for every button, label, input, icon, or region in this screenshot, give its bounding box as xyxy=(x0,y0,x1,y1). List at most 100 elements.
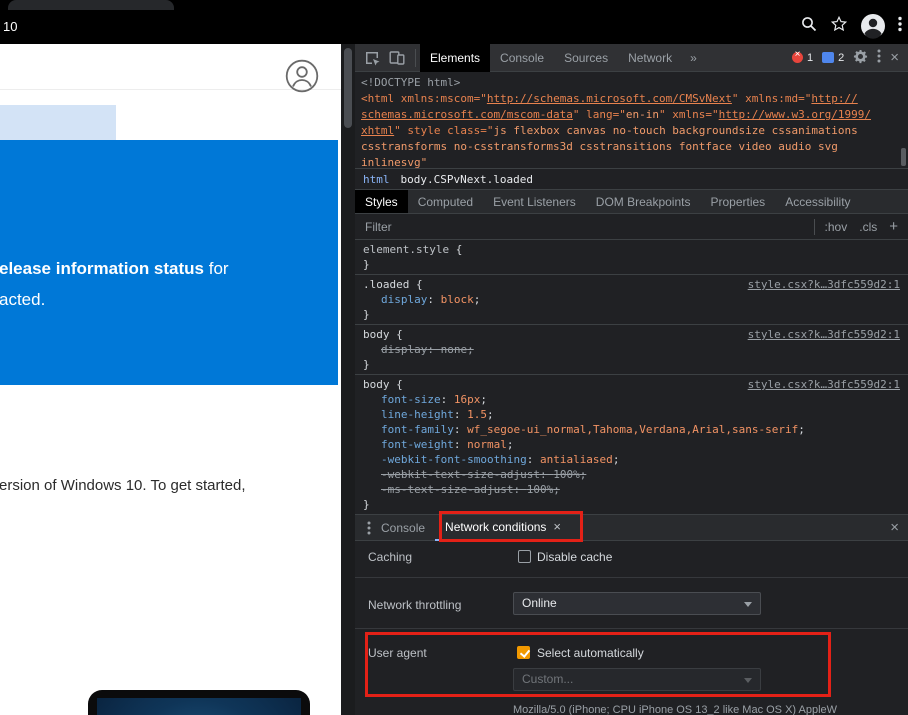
css-selector[interactable]: element.style xyxy=(363,243,449,256)
browser-tab[interactable] xyxy=(8,0,174,10)
custom-user-agent-select[interactable]: Custom... xyxy=(513,668,761,691)
code-line[interactable]: inlinesvg" xyxy=(361,155,908,168)
screenshot-root: 10 elease information status for acted. … xyxy=(0,0,908,715)
css-selector[interactable]: body xyxy=(363,378,390,391)
more-tabs-icon[interactable]: » xyxy=(682,44,705,72)
drawer-tab-console[interactable]: Console xyxy=(371,515,435,541)
user-agent-string: Mozilla/5.0 (iPhone; CPU iPhone OS 13_2 … xyxy=(513,704,838,715)
code-line[interactable]: schemas.microsoft.com/mscom-data" lang="… xyxy=(361,107,908,123)
drawer-tab-label: Network conditions xyxy=(445,519,547,534)
stylesheet-link[interactable]: style.csx?k…3dfc559d2:1 xyxy=(748,327,900,342)
class-toggle[interactable]: .cls xyxy=(859,220,877,234)
page-scrollbar-thumb[interactable] xyxy=(344,48,352,128)
webpage-pane: elease information status for acted. ers… xyxy=(0,44,341,715)
network-throttling-label: Network throttling xyxy=(368,598,462,612)
toolbar-separator xyxy=(415,48,416,67)
devtools-close-icon[interactable]: × xyxy=(890,50,899,65)
css-property[interactable]: -ms-text-size-adjust: 100%; xyxy=(363,482,900,497)
disable-cache-label[interactable]: Disable cache xyxy=(537,550,612,564)
devtools-panel: ElementsConsoleSourcesNetwork » 1 2 × <!… xyxy=(355,44,908,715)
settings-gear-icon[interactable] xyxy=(853,49,868,67)
styles-tab-event-listeners[interactable]: Event Listeners xyxy=(483,190,586,213)
issues-badge-icon[interactable] xyxy=(822,52,835,63)
code-line[interactable]: <html xmlns:mscom="http://schemas.micros… xyxy=(361,91,908,107)
css-property[interactable]: -webkit-text-size-adjust: 100%; xyxy=(363,467,900,482)
select-automatically-checkbox[interactable] xyxy=(517,646,530,659)
css-property[interactable]: -webkit-font-smoothing: antialiased; xyxy=(363,452,900,467)
page-paragraph: ersion of Windows 10. To get started, xyxy=(0,477,246,494)
browser-menu-icon[interactable] xyxy=(898,16,902,37)
url-fragment-text: 10 xyxy=(3,19,18,34)
browser-chrome: 10 xyxy=(0,0,908,44)
styles-tab-properties[interactable]: Properties xyxy=(700,190,775,213)
styles-filter-bar: Filter :hov .cls + xyxy=(355,214,908,240)
inspect-element-icon[interactable] xyxy=(364,50,380,66)
select-automatically-label[interactable]: Select automatically xyxy=(537,646,644,660)
profile-avatar-icon[interactable] xyxy=(860,13,886,39)
filter-separator xyxy=(813,218,815,235)
devtools-tab-sources[interactable]: Sources xyxy=(554,44,618,72)
devtools-tab-console[interactable]: Console xyxy=(490,44,554,72)
page-header xyxy=(0,44,341,93)
styles-tabbar: Styles Computed Event Listeners DOM Breakpo… xyxy=(355,190,908,214)
error-count: 1 xyxy=(806,51,814,64)
elements-scrollbar-thumb[interactable] xyxy=(901,148,906,166)
css-rule: .loaded {style.csx?k…3dfc559d2:1 display:… xyxy=(355,275,908,325)
caching-label: Caching xyxy=(368,550,413,564)
css-rule: body {style.csx?k…3dfc559d2:1 display: no… xyxy=(355,325,908,375)
error-badge-icon[interactable] xyxy=(791,49,803,63)
bookmark-star-icon[interactable] xyxy=(830,15,848,38)
stylesheet-link[interactable]: style.csx?k…3dfc559d2:1 xyxy=(748,377,900,392)
code-line[interactable]: xhtml" style class="js flexbox canvas no… xyxy=(361,123,908,139)
styles-tab-dom-breakpoints[interactable]: DOM Breakpoints xyxy=(586,190,701,213)
devtools-tab-elements[interactable]: Elements xyxy=(420,44,491,72)
devtools-drawer: Console Network conditions × × Caching D… xyxy=(355,515,908,715)
css-selector[interactable]: .loaded xyxy=(363,278,409,291)
styles-tab-accessibility[interactable]: Accessibility xyxy=(775,190,860,213)
hover-state-toggle[interactable]: :hov xyxy=(825,220,848,234)
chevron-down-icon xyxy=(744,678,752,683)
styles-tab-styles[interactable]: Styles xyxy=(355,190,408,213)
css-property[interactable]: font-weight: normal; xyxy=(363,437,900,452)
device-toolbar-icon[interactable] xyxy=(389,50,405,66)
chevron-down-icon xyxy=(744,602,752,607)
network-throttling-select[interactable]: Online xyxy=(513,592,761,615)
laptop-image xyxy=(88,690,310,715)
css-property[interactable]: font-family: wf_segoe-ui_normal,Tahoma,V… xyxy=(363,422,900,437)
styles-rules: element.style {} .loaded {style.csx?k…3df… xyxy=(355,240,908,515)
code-line[interactable]: csstransforms no-csstransforms3d csstran… xyxy=(361,139,908,155)
drawer-divider xyxy=(355,628,908,629)
css-property[interactable]: font-size: 16px; xyxy=(363,392,900,407)
new-style-rule-button[interactable]: + xyxy=(889,218,898,235)
filter-input[interactable]: Filter xyxy=(365,220,814,234)
css-property[interactable]: display: block; xyxy=(363,292,900,307)
page-scrollbar[interactable] xyxy=(341,44,355,715)
drawer-tab-network-conditions[interactable]: Network conditions × xyxy=(435,515,572,541)
devtools-tab-network[interactable]: Network xyxy=(618,44,682,72)
elements-tree: <!DOCTYPE html> <html xmlns:mscom="http:/… xyxy=(355,72,908,168)
css-rule: body {style.csx?k…3dfc559d2:1 font-size: … xyxy=(355,375,908,515)
stylesheet-link[interactable]: style.csx?k…3dfc559d2:1 xyxy=(748,277,900,292)
breadcrumb-item[interactable]: html xyxy=(363,173,390,186)
issue-count: 2 xyxy=(838,51,845,64)
css-property[interactable]: display: none; xyxy=(363,342,900,357)
disable-cache-checkbox[interactable] xyxy=(518,550,531,563)
styles-tab-computed[interactable]: Computed xyxy=(408,190,483,213)
devtools-menu-icon[interactable] xyxy=(877,49,881,66)
devtools-tabs: Elements Console Sources Network xyxy=(420,44,682,72)
banner-text: elease information status for acted. xyxy=(0,259,229,309)
devtools-toolbar: ElementsConsoleSourcesNetwork » 1 2 × xyxy=(355,44,908,72)
drawer-close-icon[interactable]: × xyxy=(890,519,899,536)
zoom-icon[interactable] xyxy=(800,15,818,38)
throttling-value: Online xyxy=(522,596,557,610)
css-rule: element.style {} xyxy=(355,240,908,275)
breadcrumb-item[interactable]: body.CSPvNext.loaded xyxy=(401,173,533,186)
blue-banner: elease information status for acted. xyxy=(0,140,338,385)
css-selector[interactable]: body xyxy=(363,328,390,341)
code-line[interactable]: <!DOCTYPE html> xyxy=(361,75,908,91)
user-agent-label: User agent xyxy=(368,646,427,660)
css-property[interactable]: line-height: 1.5; xyxy=(363,407,900,422)
signin-avatar-icon[interactable] xyxy=(285,59,319,98)
drawer-divider xyxy=(355,577,908,578)
drawer-tab-close-icon[interactable]: × xyxy=(553,515,561,539)
